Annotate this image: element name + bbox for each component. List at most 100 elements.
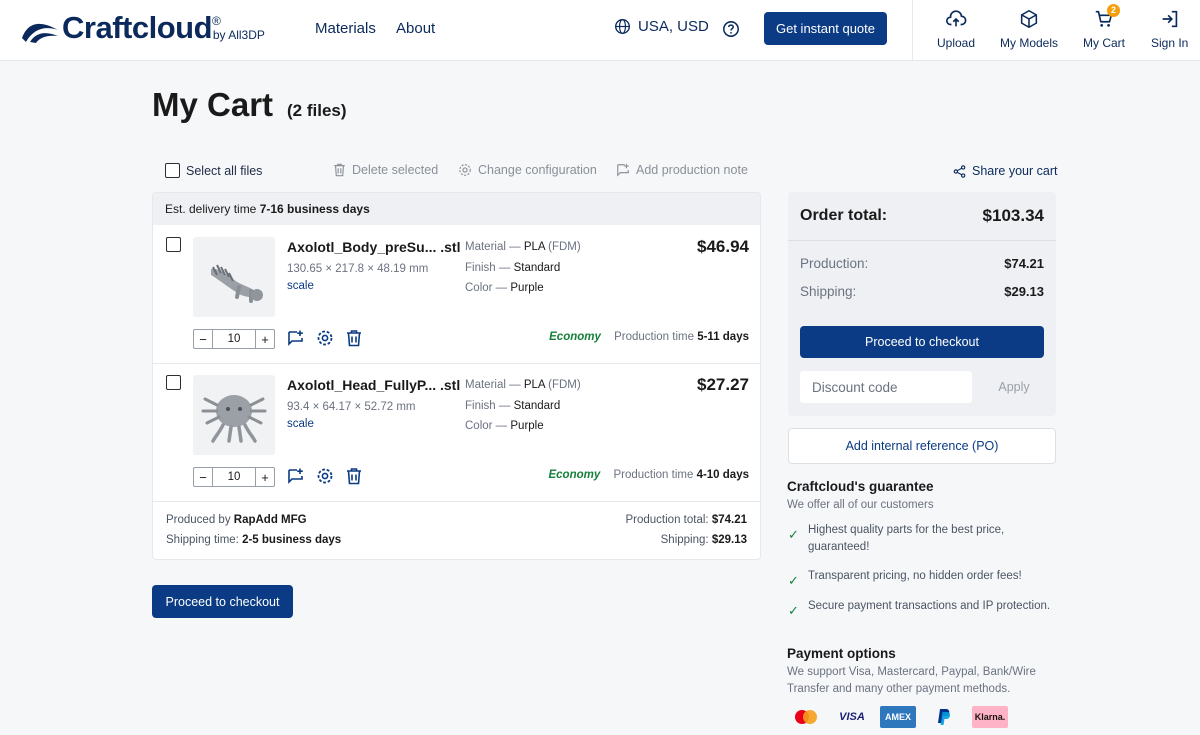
model-thumbnail[interactable] [193, 375, 275, 455]
payment-methods: VISA AMEX Klarna. [788, 706, 1008, 728]
logo-by-all3dp: by All3DP [212, 28, 265, 42]
my-cart-button[interactable]: 2 My Cart [1083, 4, 1125, 50]
discount-code-input[interactable] [800, 371, 972, 403]
model-thumbnail[interactable] [193, 237, 275, 317]
change-configuration-button[interactable]: Change configuration [458, 163, 597, 177]
summary-divider [788, 240, 1056, 241]
summary-shipping-value: $29.13 [1004, 284, 1044, 299]
delivery-label: Est. delivery time [165, 202, 257, 216]
note-add-icon[interactable] [287, 467, 305, 485]
sign-in-button[interactable]: Sign In [1151, 8, 1188, 50]
material-type: (FDM) [548, 379, 581, 391]
production-time-label: Production time [614, 331, 694, 343]
shipping-class: Economy [548, 469, 601, 481]
get-instant-quote-button[interactable]: Get instant quote [764, 12, 887, 45]
share-icon [953, 164, 966, 178]
file-name[interactable]: Axolotl_Head_FullyP... .stl [287, 377, 460, 393]
quantity-value[interactable]: 10 [212, 468, 256, 486]
file-name[interactable]: Axolotl_Body_preSu... .stl [287, 239, 460, 255]
color-value: Purple [510, 420, 544, 432]
proceed-to-checkout-button[interactable]: Proceed to checkout [152, 585, 293, 618]
page-title: My Cart [152, 86, 274, 123]
guarantee-text: Transparent pricing, no hidden order fee… [808, 570, 1022, 582]
production-total-value: $74.21 [711, 514, 747, 526]
mastercard-icon [788, 706, 824, 728]
item-divider [153, 501, 760, 502]
share-cart-button[interactable]: Share your cart [953, 164, 1057, 178]
material-spec: Material — PLA (FDM) [465, 379, 581, 391]
item-checkbox[interactable] [166, 237, 181, 252]
model-dimensions: 130.65 × 217.8 × 48.19 mm [287, 263, 429, 275]
material-label: Material — [465, 379, 521, 391]
nav-materials[interactable]: Materials [315, 20, 376, 37]
summary-production-row: Production: $74.21 [800, 256, 1044, 271]
cart-count-badge: 2 [1107, 4, 1120, 17]
header-divider [912, 0, 913, 61]
cart-list: Est. delivery time 7-16 business days Ax… [152, 192, 761, 560]
quantity-stepper: − 10 + [193, 329, 275, 349]
my-models-label: My Models [1000, 36, 1059, 50]
select-all-files[interactable]: Select all files [165, 163, 262, 178]
item-checkbox[interactable] [166, 375, 181, 390]
finish-spec: Finish — Standard [465, 262, 560, 274]
trash-icon[interactable] [345, 467, 363, 485]
delete-selected-label: Delete selected [352, 163, 439, 177]
note-add-icon[interactable] [287, 329, 305, 347]
increase-quantity-button[interactable]: + [256, 470, 274, 485]
select-all-label: Select all files [186, 163, 263, 178]
decrease-quantity-button[interactable]: − [194, 332, 212, 347]
add-po-reference-button[interactable]: Add internal reference (PO) [788, 428, 1056, 464]
summary-production-value: $74.21 [1004, 256, 1044, 271]
nav-about[interactable]: About [396, 20, 435, 37]
guarantee-item: ✓ Secure payment transactions and IP pro… [788, 598, 1056, 619]
cube-icon [1020, 9, 1038, 29]
quantity-stepper: − 10 + [193, 467, 275, 487]
add-production-note-label: Add production note [636, 163, 748, 177]
cart-item: Axolotl_Body_preSu... .stl 130.65 × 217.… [153, 227, 760, 365]
production-time-value: 5-11 days [697, 331, 749, 343]
production-time-value: 4-10 days [696, 469, 749, 481]
payment-text: We support Visa, Mastercard, Paypal, Ban… [787, 666, 1036, 695]
producer-name: RapAdd MFG [233, 514, 307, 526]
item-divider [153, 363, 760, 364]
share-cart-label: Share your cart [972, 164, 1058, 178]
sign-in-icon [1162, 10, 1177, 28]
decrease-quantity-button[interactable]: − [194, 470, 212, 485]
scale-link[interactable]: scale [287, 280, 314, 292]
delete-selected-button[interactable]: Delete selected [333, 163, 438, 177]
finish-value: Standard [513, 400, 561, 412]
material-label: Material — [465, 241, 521, 253]
craftcloud-logo[interactable]: Craftcloud ® by All3DP [20, 12, 265, 44]
trash-icon[interactable] [345, 329, 363, 347]
summary-production-label: Production: [800, 256, 869, 271]
scale-link[interactable]: scale [287, 418, 314, 430]
item-price: $46.94 [697, 237, 749, 256]
gear-icon[interactable] [316, 329, 334, 347]
increase-quantity-button[interactable]: + [256, 332, 274, 347]
add-production-note-button[interactable]: Add production note [616, 163, 748, 177]
gear-icon [459, 164, 471, 176]
quantity-value[interactable]: 10 [212, 330, 256, 348]
select-all-checkbox[interactable] [165, 163, 180, 178]
production-time: Economy Production time 5-11 days [549, 331, 749, 343]
color-spec: Color — Purple [465, 282, 544, 294]
material-value: PLA [523, 241, 545, 253]
summary-checkout-button[interactable]: Proceed to checkout [800, 326, 1044, 358]
upload-button[interactable]: Upload [937, 8, 975, 50]
apply-discount-button[interactable]: Apply [984, 371, 1044, 403]
item-price: $27.27 [697, 375, 749, 394]
delivery-estimate: Est. delivery time 7-16 business days [153, 193, 760, 225]
help-icon[interactable] [722, 20, 740, 38]
produced-by-label: Produced by [166, 514, 231, 526]
order-total-label: Order total: [800, 207, 888, 224]
gear-icon[interactable] [316, 467, 334, 485]
guarantee-item: ✓ Transparent pricing, no hidden order f… [788, 568, 1056, 589]
my-models-button[interactable]: My Models [1000, 8, 1058, 50]
logo-registered: ® [212, 14, 221, 28]
locale-selector[interactable]: USA, USD [614, 18, 709, 35]
producer-info: Produced by RapAdd MFG [166, 514, 307, 526]
axolotl-head-model-icon [201, 395, 267, 443]
finish-label: Finish — [465, 400, 511, 412]
order-total-value: $103.34 [982, 206, 1044, 225]
finish-value: Standard [513, 262, 561, 274]
